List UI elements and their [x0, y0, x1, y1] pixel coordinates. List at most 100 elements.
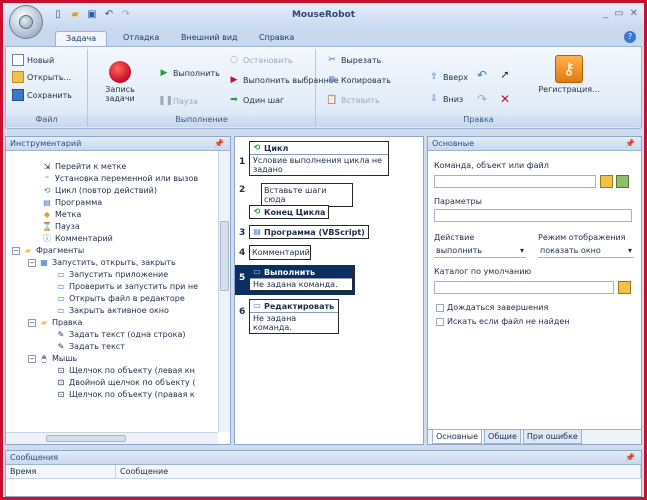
cut-button[interactable]: ✂ Вырезать: [326, 54, 381, 66]
move-down-button[interactable]: ⇩ Вниз: [428, 93, 463, 105]
one-step-button[interactable]: ➡ Один шаг: [228, 94, 284, 106]
pointer-button[interactable]: ➚: [499, 69, 511, 81]
variable-icon: ⁼: [44, 174, 50, 183]
pause-button[interactable]: ❚❚ Пауза: [158, 95, 198, 107]
step-box[interactable]: ▤ Программа (VBScript): [249, 225, 369, 239]
script-step[interactable]: 1 ⟲ Цикл Условие выполнения цикла не зада…: [235, 141, 393, 176]
collapse-toggle-icon[interactable]: −: [28, 319, 36, 327]
tree-item[interactable]: ⊡ Двойной щелчок по объекту (: [56, 377, 196, 389]
scroll-thumb[interactable]: [220, 221, 229, 291]
tree-item[interactable]: ⌛ Пауза: [42, 221, 80, 233]
tab-on-error[interactable]: При ошибке: [522, 430, 582, 444]
orb-icon: [19, 15, 33, 29]
pen-icon: ✎: [57, 342, 65, 351]
action-select[interactable]: выполнить ▾: [434, 245, 526, 258]
checkbox-box[interactable]: [436, 317, 444, 326]
tree-item[interactable]: ⊡ Щелчок по объекту (правая к: [56, 389, 195, 401]
step-box[interactable]: ▭ Редактировать Не задана команда.: [249, 299, 339, 334]
script-step[interactable]: 3 ▤ Программа (VBScript): [235, 225, 393, 241]
tree-item[interactable]: ⁼ Установка переменной или вызов: [42, 173, 198, 185]
tree-item[interactable]: ▭ Проверить и запустить при не: [56, 281, 198, 293]
tree-item[interactable]: ⓘ Комментарий: [42, 233, 113, 245]
redo-button[interactable]: ↷: [476, 93, 488, 105]
tab-help[interactable]: Справка: [249, 31, 304, 46]
messages-pane-header: Сообщения 📌: [6, 451, 641, 465]
step-title: ▭ Редактировать: [250, 300, 338, 312]
tree-item[interactable]: ◆ Метка: [42, 209, 81, 221]
maximize-icon[interactable]: ▭: [614, 8, 623, 19]
open-button[interactable]: Открыть...: [12, 71, 71, 83]
search-checkbox[interactable]: Искать если файл не найден: [436, 317, 570, 326]
browse-folder-icon[interactable]: [600, 175, 613, 188]
help-icon[interactable]: ?: [624, 31, 636, 43]
title-bar: ▯ ▰ ▣ ↶ ↷ MouseRobot _ ▭ ✕: [3, 3, 644, 29]
pin-icon[interactable]: 📌: [625, 137, 635, 150]
tree-item[interactable]: ✎ Задать текст (одна строка): [56, 329, 186, 341]
move-up-button[interactable]: ⇧ Вверх: [428, 71, 468, 83]
tab-debug[interactable]: Отладка: [113, 31, 169, 46]
tree-folder[interactable]: − 🖱 Мышь: [28, 353, 77, 365]
messages-table-header: Время Сообщение: [6, 465, 641, 479]
record-task-button[interactable]: Запись задачи: [100, 55, 140, 103]
close-icon[interactable]: ✕: [630, 8, 638, 19]
tree-item[interactable]: ✎ Задать текст: [56, 341, 125, 353]
application-menu-button[interactable]: [9, 5, 43, 39]
command-input[interactable]: [434, 175, 596, 188]
comment-box[interactable]: Комментарий: [249, 245, 311, 260]
minimize-icon[interactable]: _: [603, 8, 608, 19]
tree-item[interactable]: ▭ Запустить приложение: [56, 269, 168, 281]
tools-vertical-scrollbar[interactable]: [218, 151, 230, 432]
wait-checkbox[interactable]: Дождаться завершения: [436, 303, 548, 312]
tab-view[interactable]: Внешний вид: [171, 31, 248, 46]
new-button[interactable]: Новый: [12, 54, 54, 66]
paste-button[interactable]: 📋 Вставить: [326, 94, 379, 106]
arrow-up-icon: ⇧: [430, 72, 438, 82]
tree-item[interactable]: ⊡ Щелчок по объекту (левая кн: [56, 365, 195, 377]
tree-item[interactable]: ▤ Программа: [42, 197, 102, 209]
run-button[interactable]: ▶ Выполнить: [158, 67, 220, 79]
script-step[interactable]: 2 Вставьте шаги сюда: [235, 183, 393, 207]
tree-folder[interactable]: − ▦ Запустить, открыть, закрыть: [28, 257, 176, 269]
params-input[interactable]: [434, 209, 632, 222]
tree-item[interactable]: ▭ Закрыть активное окно: [56, 305, 169, 317]
tree-item-label: Правка: [52, 318, 83, 327]
step-box[interactable]: ▭ Выполнить Не задана команда.: [249, 265, 353, 291]
pin-icon[interactable]: 📌: [214, 137, 224, 150]
run-command-icon: ▭: [253, 267, 261, 276]
tools-horizontal-scrollbar[interactable]: [6, 432, 218, 444]
tab-main[interactable]: Основные: [432, 430, 483, 444]
script-step[interactable]: 4 Комментарий: [235, 245, 393, 261]
stop-button[interactable]: ○ Остановить: [228, 54, 293, 66]
collapse-toggle-icon[interactable]: −: [28, 355, 36, 363]
pin-icon[interactable]: 📌: [625, 451, 635, 464]
tree-item[interactable]: ⇲ Перейти к метке: [42, 161, 127, 173]
collapse-toggle-icon[interactable]: −: [28, 259, 36, 267]
delete-button[interactable]: ✕: [499, 93, 511, 105]
column-message[interactable]: Сообщение: [116, 465, 641, 478]
tree-folder[interactable]: − ▰ Правка: [28, 317, 82, 329]
tree-item[interactable]: ⟲ Цикл (повтор действий): [42, 185, 157, 197]
checkbox-box[interactable]: [436, 303, 444, 312]
script-step[interactable]: ⟲ Конец Цикла: [235, 205, 393, 221]
step-box[interactable]: ⟲ Конец Цикла: [249, 205, 329, 219]
collapse-toggle-icon[interactable]: −: [12, 247, 20, 255]
default-dir-input[interactable]: [434, 281, 614, 294]
column-time[interactable]: Время: [6, 465, 116, 478]
register-button[interactable]: ⚷ Регистрация...: [534, 55, 604, 94]
save-button[interactable]: Сохранить: [12, 89, 72, 101]
script-step-selected[interactable]: 5 ▭ Выполнить Не задана команда.: [235, 265, 355, 295]
step-box[interactable]: ⟲ Цикл Условие выполнения цикла не задано: [249, 141, 389, 176]
script-step[interactable]: 6 ▭ Редактировать Не задана команда.: [235, 299, 393, 334]
tree-folder[interactable]: − ▰ Фрагменты: [12, 245, 84, 257]
pick-window-icon[interactable]: [616, 175, 629, 188]
copy-button[interactable]: ⧉ Копировать: [326, 74, 391, 86]
browse-folder-icon[interactable]: [618, 281, 631, 294]
scroll-thumb[interactable]: [46, 435, 126, 442]
copy-label: Копировать: [341, 75, 391, 85]
tree-item[interactable]: ▭ Открыть файл в редакторе: [56, 293, 185, 305]
display-mode-select[interactable]: показать окно ▾: [538, 245, 634, 258]
tab-general[interactable]: Общие: [484, 430, 521, 444]
tab-task[interactable]: Задача: [55, 31, 108, 46]
insert-steps-placeholder[interactable]: Вставьте шаги сюда: [261, 183, 353, 207]
undo-button[interactable]: ↶: [476, 69, 488, 81]
